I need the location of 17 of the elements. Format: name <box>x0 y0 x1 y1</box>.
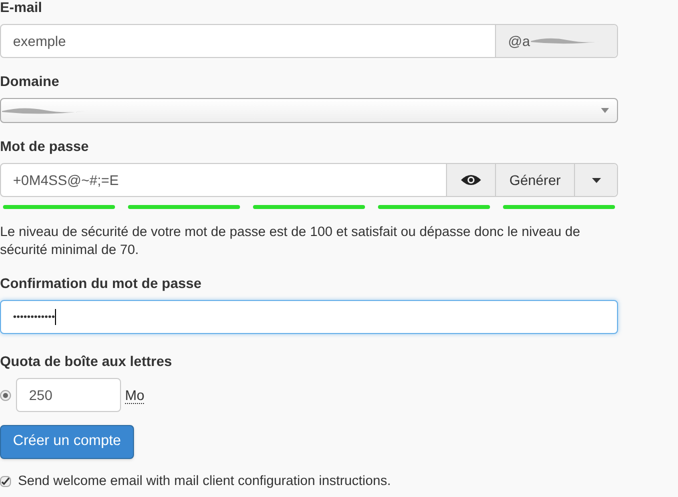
radio-button[interactable] <box>0 390 11 400</box>
domain-suffix: @a <box>495 25 617 57</box>
welcome-email-label: Send welcome email with mail client configuration instructions. <box>18 472 391 490</box>
confirm-password-field[interactable]: •••••••••••• <box>0 300 618 334</box>
field-label: Domaine <box>0 72 60 91</box>
quota-input[interactable]: 250 <box>16 378 121 412</box>
field-label: Quota de boîte aux lettres <box>0 352 173 371</box>
unit-label: Mo <box>125 386 144 404</box>
create-account-button[interactable]: Créer un compte <box>0 425 134 459</box>
field-label: Mot de passe <box>0 137 90 156</box>
email-field[interactable]: exemple @a <box>0 24 618 58</box>
email-input[interactable]: exemple <box>1 25 495 57</box>
field-label: Confirmation du mot de passe <box>0 274 202 293</box>
caret-icon <box>601 108 609 113</box>
password-strength-message: Le niveau de sécurité de votre mot de passe est de 100 et satisfait ou dépasse donc le niveau de sécurité minimal de 70. <box>0 223 582 259</box>
checkbox[interactable] <box>0 476 11 487</box>
field-label: E-mail <box>0 0 44 17</box>
